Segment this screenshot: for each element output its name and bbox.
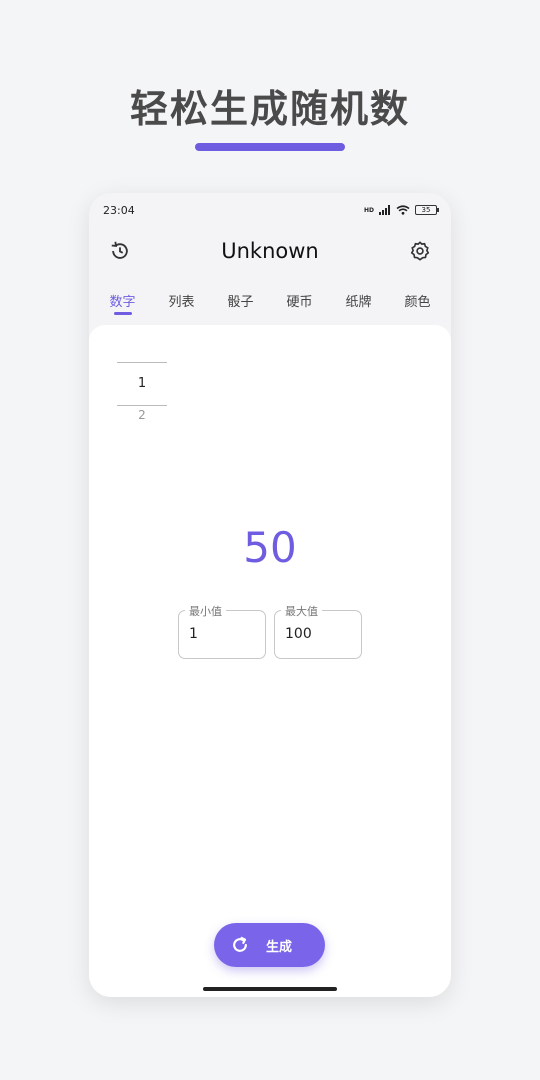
app-title: Unknown xyxy=(221,239,319,263)
refresh-icon xyxy=(233,936,247,952)
min-value-field[interactable]: 最小值 xyxy=(178,603,266,659)
generate-button[interactable]: 生成 xyxy=(214,923,325,967)
phone-frame: 23:04 HD 35 Unknown 数字 列表 骰子 硬币 纸牌 颜色 1 … xyxy=(89,193,451,997)
tab-coin[interactable]: 硬币 xyxy=(272,285,328,317)
tab-dice[interactable]: 骰子 xyxy=(213,285,269,317)
promo-underline xyxy=(195,143,345,151)
battery-icon: 35 xyxy=(415,205,439,215)
status-bar: 23:04 HD 35 xyxy=(89,193,451,227)
picker-next-value[interactable]: 2 xyxy=(117,408,167,422)
signal-icon xyxy=(379,205,390,215)
status-time: 23:04 xyxy=(103,203,135,217)
max-value-label: 最大值 xyxy=(281,603,322,619)
count-picker[interactable]: 1 2 xyxy=(117,362,167,422)
tab-number[interactable]: 数字 xyxy=(95,285,151,317)
picker-bottom-divider xyxy=(117,405,167,406)
tab-list[interactable]: 列表 xyxy=(154,285,210,317)
result-number: 50 xyxy=(243,523,297,572)
promo-title: 轻松生成随机数 xyxy=(129,87,410,131)
tab-bar: 数字 列表 骰子 硬币 纸牌 颜色 xyxy=(89,285,451,317)
tab-cards[interactable]: 纸牌 xyxy=(331,285,387,317)
gear-icon[interactable] xyxy=(407,238,433,264)
picker-selected-value[interactable]: 1 xyxy=(117,363,167,405)
home-indicator xyxy=(203,987,337,991)
wifi-icon xyxy=(396,205,410,215)
content-card: 1 2 50 最小值 最大值 生成 xyxy=(89,325,451,997)
min-value-input[interactable] xyxy=(189,626,259,642)
generate-button-label: 生成 xyxy=(266,939,293,955)
max-value-input[interactable] xyxy=(285,626,355,642)
hd-label: HD xyxy=(363,206,374,214)
tab-color[interactable]: 颜色 xyxy=(390,285,446,317)
min-value-label: 最小值 xyxy=(185,603,226,619)
max-value-field[interactable]: 最大值 xyxy=(274,603,362,659)
history-icon[interactable] xyxy=(107,238,133,264)
status-icons: HD 35 xyxy=(363,205,439,215)
app-bar: Unknown xyxy=(89,229,451,273)
